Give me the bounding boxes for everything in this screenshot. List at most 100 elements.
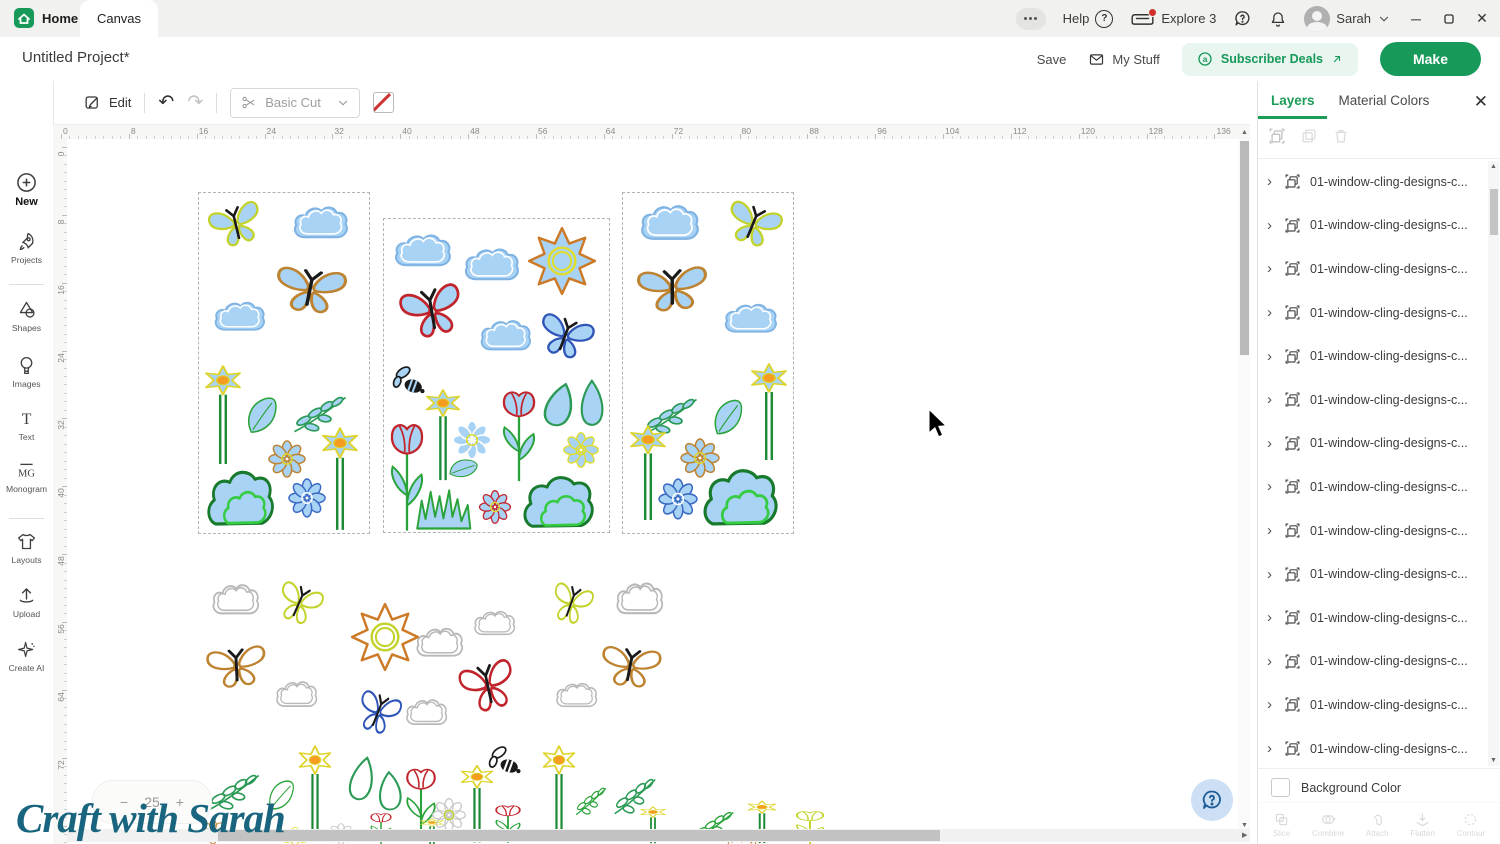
delete-icon[interactable]: [1332, 127, 1350, 145]
undo-button[interactable]: ↶: [158, 93, 174, 112]
slice-button[interactable]: Slice: [1273, 805, 1290, 843]
expand-chevron-icon[interactable]: ›: [1267, 653, 1275, 670]
tab-material-colors[interactable]: Material Colors: [1339, 93, 1430, 108]
panel-scrollbar[interactable]: ▲ ▼: [1488, 161, 1499, 766]
scroll-down-arrow-icon[interactable]: ▼: [1241, 822, 1248, 829]
canvas-sprite-butterfly[interactable]: [201, 636, 273, 695]
expand-chevron-icon[interactable]: ›: [1267, 391, 1275, 408]
my-stuff-button[interactable]: My Stuff: [1088, 51, 1159, 68]
canvas-sprite-cloud[interactable]: [472, 606, 516, 638]
canvas-sprite-daffodil[interactable]: [202, 364, 244, 466]
layer-row[interactable]: ›01-window-cling-designs-c...: [1258, 422, 1486, 466]
layer-row[interactable]: ›01-window-cling-designs-c...: [1258, 509, 1486, 553]
canvas-sprite-cloud[interactable]: [291, 200, 349, 242]
layer-row[interactable]: ›01-window-cling-designs-c...: [1258, 291, 1486, 335]
tab-layers[interactable]: Layers: [1271, 93, 1315, 108]
canvas-sprite-bush[interactable]: [702, 458, 780, 528]
expand-chevron-icon[interactable]: ›: [1267, 478, 1275, 495]
scroll-up-arrow-icon[interactable]: ▲: [1241, 129, 1248, 136]
scrollbar-thumb[interactable]: [1240, 141, 1249, 355]
canvas-sprite-daisy[interactable]: [286, 476, 328, 520]
canvas-sprite-daisy[interactable]: [656, 476, 700, 522]
canvas-sprite-cloud[interactable]: [404, 694, 448, 728]
sidebar-item-monogram[interactable]: Monogram: [0, 460, 53, 494]
canvas-sprite-daisy[interactable]: [477, 488, 513, 526]
multi-select-icon[interactable]: [1268, 127, 1286, 145]
expand-chevron-icon[interactable]: ›: [1267, 435, 1275, 452]
canvas-sprite-sun[interactable]: [527, 226, 597, 296]
expand-chevron-icon[interactable]: ›: [1267, 696, 1275, 713]
layer-row[interactable]: ›01-window-cling-designs-c...: [1258, 727, 1486, 768]
scroll-right-arrow-icon[interactable]: ▶: [1242, 832, 1247, 839]
canvas-sprite-cloud[interactable]: [210, 578, 260, 618]
duplicate-icon[interactable]: [1300, 127, 1318, 145]
edit-button[interactable]: Edit: [83, 93, 131, 112]
canvas-sprite-sun[interactable]: [350, 602, 420, 672]
canvas-sprite-cloud[interactable]: [462, 242, 520, 284]
attach-button[interactable]: Attach: [1366, 805, 1389, 843]
layer-row[interactable]: ›01-window-cling-designs-c...: [1258, 334, 1486, 378]
sidebar-item-text[interactable]: Text: [0, 408, 53, 442]
scrollbar-thumb[interactable]: [218, 830, 940, 841]
expand-chevron-icon[interactable]: ›: [1267, 260, 1275, 277]
sidebar-item-create-ai[interactable]: Create AI: [0, 639, 53, 673]
home-tab[interactable]: Home: [14, 8, 78, 28]
layer-row[interactable]: ›01-window-cling-designs-c...: [1258, 596, 1486, 640]
canvas-sprite-bush[interactable]: [206, 460, 276, 528]
canvas-sprite-cloud[interactable]: [614, 576, 664, 618]
canvas-sprite-daffodil[interactable]: [748, 362, 790, 462]
sidebar-item-shapes[interactable]: Shapes: [0, 299, 53, 333]
canvas-sprite-butterfly[interactable]: [349, 680, 408, 742]
minimize-button[interactable]: ─: [1408, 11, 1424, 27]
layer-row[interactable]: ›01-window-cling-designs-c...: [1258, 640, 1486, 684]
user-account-menu[interactable]: Sarah: [1304, 6, 1391, 32]
canvas-sprite-butterfly[interactable]: [269, 256, 352, 320]
color-swatch-button[interactable]: [373, 92, 394, 113]
subscriber-deals-button[interactable]: Subscriber Deals: [1182, 43, 1358, 76]
canvas-sprite-cloud[interactable]: [274, 676, 318, 710]
canvas-sprite-cloud[interactable]: [722, 298, 778, 336]
layer-row[interactable]: ›01-window-cling-designs-c...: [1258, 160, 1486, 204]
canvas-sprite-butterfly[interactable]: [631, 256, 714, 318]
canvas-sprite-cloud[interactable]: [638, 198, 700, 244]
expand-chevron-icon[interactable]: ›: [1267, 522, 1275, 539]
help-menu[interactable]: Help ?: [1063, 10, 1114, 28]
background-color-checkbox[interactable]: [1271, 778, 1290, 797]
help-fab-button[interactable]: [1191, 779, 1233, 821]
canvas-viewport[interactable]: [67, 139, 1238, 844]
canvas-sprite-butterfly[interactable]: [544, 573, 600, 631]
canvas-sprite-leaf[interactable]: [707, 396, 748, 441]
canvas-sprite-butterfly[interactable]: [269, 571, 331, 633]
canvas-sprite-cloud[interactable]: [392, 228, 452, 270]
sidebar-item-layouts[interactable]: Layouts: [0, 531, 53, 565]
canvas-sprite-leaf[interactable]: [240, 393, 284, 439]
canvas-sprite-branch[interactable]: [574, 784, 608, 818]
sidebar-item-upload[interactable]: Upload: [0, 585, 53, 619]
canvas-sprite-cloud[interactable]: [414, 622, 464, 660]
sidebar-item-new[interactable]: New: [0, 171, 53, 208]
layer-row[interactable]: ›01-window-cling-designs-c...: [1258, 247, 1486, 291]
machine-selector[interactable]: Explore 3: [1130, 11, 1216, 26]
close-panel-icon[interactable]: ✕: [1474, 93, 1488, 110]
canvas-tab[interactable]: Canvas: [80, 0, 158, 37]
linetype-dropdown[interactable]: Basic Cut: [230, 88, 360, 118]
close-window-button[interactable]: ✕: [1474, 10, 1490, 27]
expand-chevron-icon[interactable]: ›: [1267, 217, 1275, 234]
expand-chevron-icon[interactable]: ›: [1267, 173, 1275, 190]
make-button[interactable]: Make: [1380, 42, 1481, 76]
expand-chevron-icon[interactable]: ›: [1267, 609, 1275, 626]
sidebar-item-images[interactable]: Images: [0, 355, 53, 389]
canvas-sprite-leafdrop[interactable]: [571, 376, 608, 431]
layer-row[interactable]: ›01-window-cling-designs-c...: [1258, 204, 1486, 248]
layer-row[interactable]: ›01-window-cling-designs-c...: [1258, 552, 1486, 596]
canvas-vertical-scrollbar[interactable]: [1238, 139, 1250, 829]
save-button[interactable]: Save: [1037, 52, 1067, 67]
canvas-sprite-daisy[interactable]: [561, 430, 601, 470]
expand-chevron-icon[interactable]: ›: [1267, 566, 1275, 583]
scrollbar-thumb[interactable]: [1490, 189, 1498, 235]
more-menu-button[interactable]: [1016, 8, 1046, 30]
expand-chevron-icon[interactable]: ›: [1267, 348, 1275, 365]
canvas-sprite-butterfly[interactable]: [596, 637, 667, 694]
maximize-button[interactable]: [1441, 14, 1457, 24]
project-title[interactable]: Untitled Project*: [22, 49, 130, 66]
